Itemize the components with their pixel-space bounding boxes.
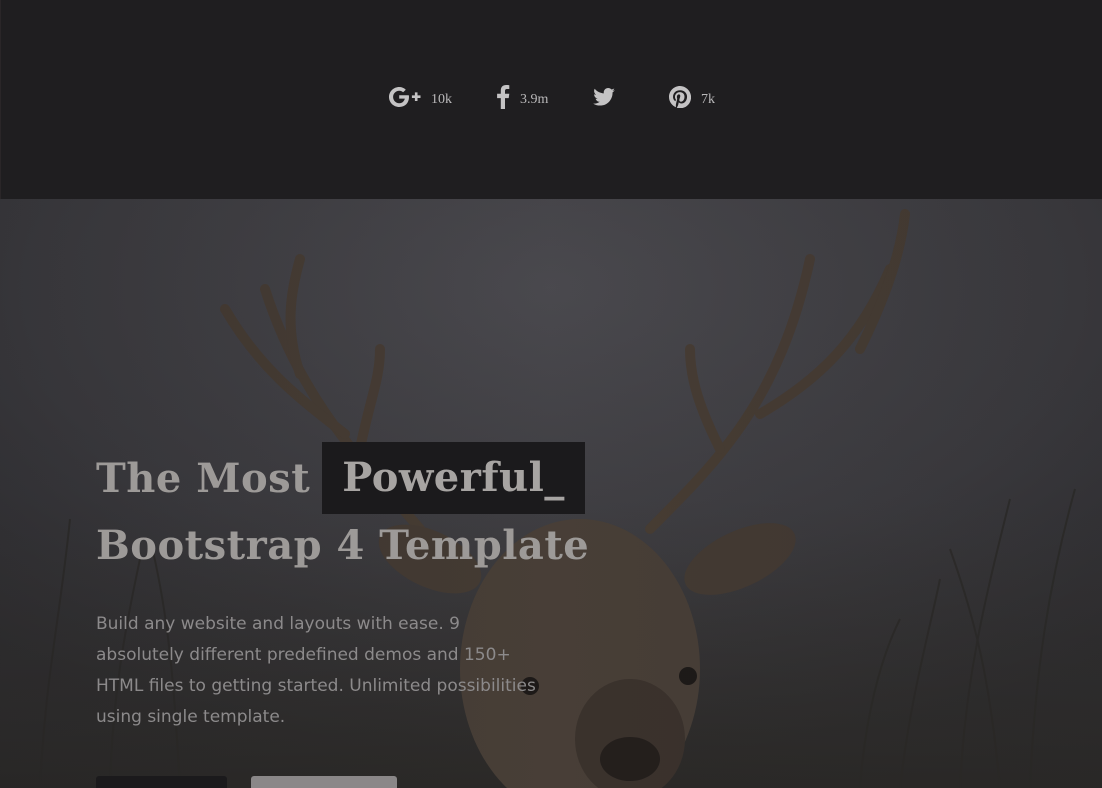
share-facebook[interactable]: 3.9m (496, 84, 548, 110)
hero-title: The Most Powerful_ Bootstrap 4 Template (96, 442, 590, 579)
hero-section: The Most Powerful_ Bootstrap 4 Template B… (0, 199, 1102, 788)
hero-title-line-1: The Most Powerful_ (96, 442, 589, 514)
hero-primary-button[interactable] (96, 776, 227, 788)
share-count-google-plus: 10k (431, 92, 452, 107)
hero-title-line-2: Bootstrap 4 Template (96, 522, 590, 569)
facebook-icon (496, 85, 510, 109)
hero-description: Build any website and layouts with ease.… (96, 614, 536, 727)
share-count-pinterest: 7k (701, 92, 715, 107)
share-google-plus[interactable]: 10k (389, 84, 452, 110)
share-twitter[interactable] (593, 84, 625, 110)
social-share-bar: 10k 3.9m 7k (0, 0, 1102, 199)
hero-title-highlight: Powerful_ (322, 442, 585, 514)
hero-title-prefix: The Most (96, 455, 311, 502)
twitter-icon (593, 88, 615, 106)
google-plus-icon (389, 87, 421, 107)
share-count-facebook: 3.9m (520, 92, 549, 107)
hero-secondary-button[interactable] (251, 776, 397, 788)
share-pinterest[interactable]: 7k (669, 84, 715, 110)
pinterest-icon (669, 86, 691, 108)
